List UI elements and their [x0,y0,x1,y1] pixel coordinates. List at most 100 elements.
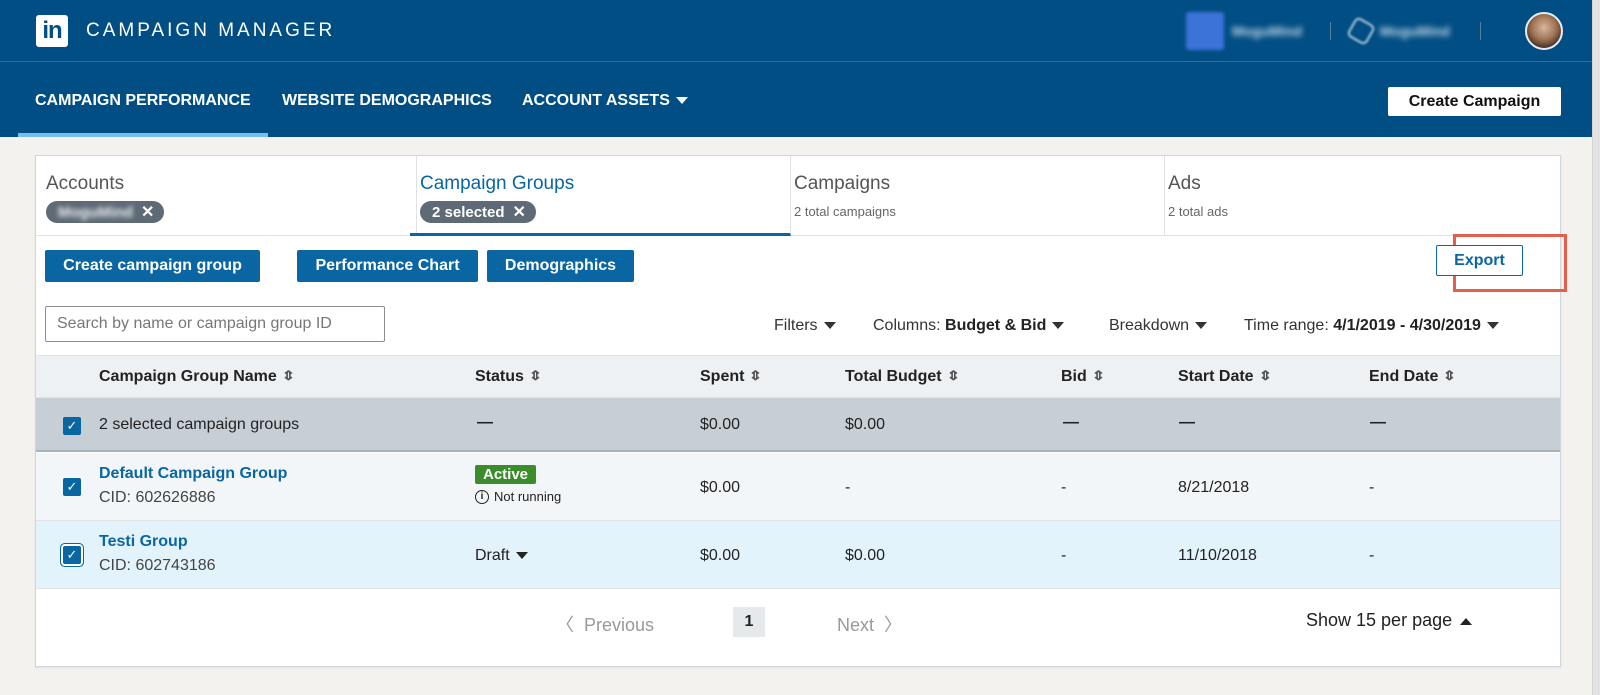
columns-label: Columns: [873,317,941,334]
columns-value: Budget & Bid [945,317,1047,334]
col-spent[interactable]: Spent ⇕ [700,368,763,386]
chevron-down-icon [823,322,836,330]
campaign-groups-card: Accounts MoguMind ✕ Campaign Groups 2 se… [35,155,1567,667]
time-range-label: Time range: [1244,317,1329,334]
summary-end: — [1370,414,1386,431]
chevron-right-icon: 〉 [884,615,903,635]
export-button[interactable]: Export [1436,245,1523,276]
entity-tabs: Accounts MoguMind ✕ Campaign Groups 2 se… [36,156,1560,236]
account-filter-pill: MoguMind ✕ [46,201,165,223]
bid-cell: - [1061,547,1067,564]
linkedin-logo[interactable]: in [36,15,68,47]
next-label: Next [837,615,875,635]
per-page-label: Show 15 per page [1306,610,1453,630]
nav-account-assets[interactable]: ACCOUNT ASSETS [522,92,688,110]
summary-start: — [1179,414,1195,431]
info-icon[interactable]: i [475,489,489,504]
select-all-checkbox[interactable]: ✓ [63,417,81,435]
nav-website-demographics[interactable]: WEBSITE DEMOGRAPHICS [282,92,492,110]
campaign-group-cell: Testi Group CID: 602743186 [99,533,216,575]
status-note: i Not running [475,489,561,504]
nav-campaign-performance[interactable]: CAMPAIGN PERFORMANCE [35,92,251,110]
col-start-date-label: Start Date [1178,368,1254,385]
col-name[interactable]: Campaign Group Name ⇕ [99,368,296,386]
tab-campaign-groups[interactable]: Campaign Groups 2 selected ✕ [410,156,791,236]
col-bid-label: Bid [1061,368,1087,385]
sort-icon: ⇕ [281,368,296,383]
close-icon[interactable]: ✕ [141,202,154,222]
tab-accounts[interactable]: Accounts MoguMind ✕ [36,156,417,235]
start-date-cell: 8/21/2018 [1178,479,1250,496]
active-tab-indicator [18,133,268,137]
avatar[interactable] [1525,12,1563,50]
bid-cell: - [1061,479,1067,496]
chevron-down-icon [1195,322,1208,330]
tab-campaigns-count: 2 total campaigns [794,204,896,219]
divider [1480,22,1481,40]
tab-campaigns-title: Campaigns [794,173,891,194]
filters-label: Filters [774,317,818,334]
scrollbar[interactable] [1592,0,1600,695]
close-icon[interactable]: ✕ [513,202,526,222]
account-thumbnail [1186,12,1224,50]
col-bid[interactable]: Bid ⇕ [1061,368,1106,386]
tab-ads[interactable]: Ads 2 total ads [1158,156,1560,235]
col-end-date[interactable]: End Date ⇕ [1369,368,1457,386]
status-cell: Active i Not running [475,465,561,504]
tab-ads-count: 2 total ads [1168,204,1228,219]
campaign-group-cell: Default Campaign Group CID: 602626886 [99,465,287,507]
main-nav: CAMPAIGN PERFORMANCE WEBSITE DEMOGRAPHIC… [0,62,1600,137]
col-total-budget-label: Total Budget [845,368,942,385]
end-date-cell: - [1369,547,1375,564]
col-status[interactable]: Status ⇕ [475,368,543,386]
col-total-budget[interactable]: Total Budget ⇕ [845,368,960,386]
row-checkbox[interactable]: ✓ [63,478,81,496]
previous-page-button[interactable]: 〈 Previous [556,611,654,637]
columns-dropdown[interactable]: Columns: Budget & Bid [873,317,1065,335]
filters-dropdown[interactable]: Filters [774,317,836,335]
nav-account-assets-label: ACCOUNT ASSETS [522,92,670,109]
next-page-button[interactable]: Next 〉 [837,611,902,637]
tab-campaigns[interactable]: Campaigns 2 total campaigns [784,156,1165,235]
time-range-dropdown[interactable]: Time range: 4/1/2019 - 4/30/2019 [1244,317,1499,335]
sort-icon: ⇕ [1257,368,1273,383]
create-campaign-button[interactable]: Create Campaign [1388,87,1561,116]
table-row: ✓ Testi Group CID: 602743186 Draft $0.00… [36,521,1560,589]
budget-cell: - [845,479,851,496]
page-number[interactable]: 1 [733,607,765,637]
col-start-date[interactable]: Start Date ⇕ [1178,368,1273,386]
summary-budget: $0.00 [845,416,886,433]
top-header: in CAMPAIGN MANAGER MoguMind MoguMind [0,0,1600,62]
col-spent-label: Spent [700,368,745,385]
search-input[interactable] [45,306,385,342]
campaign-group-id: CID: 602626886 [99,489,216,506]
selection-pill: 2 selected ✕ [420,201,536,223]
account-switcher[interactable]: MoguMind [1186,12,1302,50]
col-status-label: Status [475,368,524,385]
per-page-dropdown[interactable]: Show 15 per page [1306,610,1473,631]
table-header: Campaign Group Name ⇕ Status ⇕ Spent ⇕ Tota… [36,355,1560,398]
breakdown-label: Breakdown [1109,317,1190,334]
sort-icon: ⇕ [748,368,763,383]
start-date-cell: 11/10/2018 [1178,547,1257,564]
table-row: ✓ Default Campaign Group CID: 602626886 … [36,453,1560,521]
chevron-left-icon: 〈 [556,615,574,635]
company-hex-icon [1345,15,1377,47]
campaign-group-link[interactable]: Testi Group [99,533,216,551]
chevron-up-icon [1460,617,1473,625]
summary-row: ✓ 2 selected campaign groups — $0.00 $0.… [36,398,1560,452]
chevron-down-icon [675,97,688,105]
breakdown-dropdown[interactable]: Breakdown [1109,317,1208,335]
demographics-button[interactable]: Demographics [487,250,634,282]
status-note-text: Not running [494,489,562,504]
sort-icon: ⇕ [528,368,543,383]
col-end-date-label: End Date [1369,368,1439,385]
row-checkbox[interactable]: ✓ [63,546,81,564]
create-campaign-group-button[interactable]: Create campaign group [45,250,260,282]
company-switcher[interactable]: MoguMind [1345,12,1450,50]
selection-pill-label: 2 selected [432,203,505,221]
performance-chart-button[interactable]: Performance Chart [297,250,478,282]
campaign-group-link[interactable]: Default Campaign Group [99,465,287,483]
sort-icon: ⇕ [1091,368,1106,383]
status-dropdown[interactable]: Draft [475,547,528,565]
